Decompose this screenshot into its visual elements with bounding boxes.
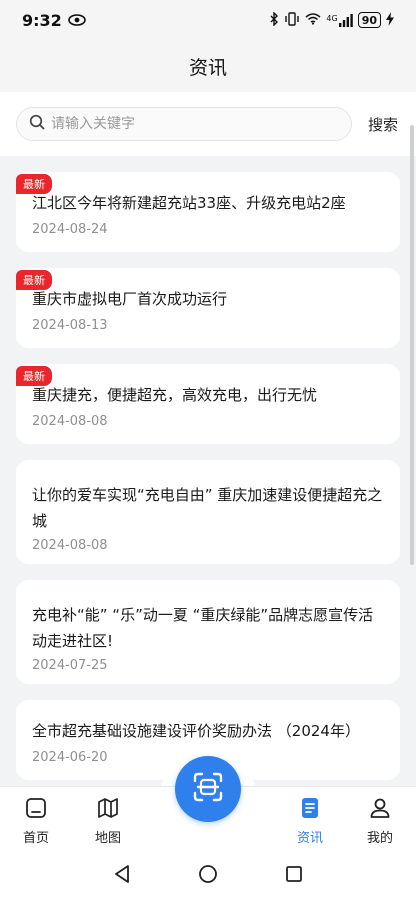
news-date: 2024-08-08 bbox=[32, 538, 108, 553]
tab-home[interactable]: 首页 bbox=[6, 797, 66, 846]
charging-icon bbox=[386, 11, 394, 29]
tab-map[interactable]: 地图 bbox=[78, 797, 138, 846]
page-title: 资讯 bbox=[188, 56, 227, 79]
search-button[interactable]: 搜索 bbox=[368, 114, 400, 135]
news-icon bbox=[299, 797, 321, 823]
news-date: 2024-07-25 bbox=[32, 658, 108, 673]
news-title: 让你的爱车实现“充电自由” 重庆加速建设便捷超充之城 bbox=[32, 486, 383, 530]
tab-label: 我的 bbox=[366, 831, 393, 846]
news-title: 充电补“能” “乐”动一夏 “重庆绿能”品牌志愿宣传活动走进社区! bbox=[32, 606, 374, 650]
scan-button[interactable] bbox=[175, 756, 241, 822]
news-card[interactable]: 最新 重庆捷充，便捷超充，高效充电，出行无忧 2024-08-08 bbox=[16, 364, 400, 444]
back-icon[interactable] bbox=[113, 864, 131, 888]
news-title: 重庆市虚拟电厂首次成功运行 bbox=[32, 290, 228, 308]
news-date: 2024-08-24 bbox=[32, 222, 108, 237]
new-badge: 最新 bbox=[16, 366, 52, 386]
search-icon bbox=[29, 114, 45, 134]
tab-label: 资讯 bbox=[296, 831, 323, 846]
system-nav-bar bbox=[0, 852, 416, 900]
news-date: 2024-08-13 bbox=[32, 318, 108, 333]
scrollbar[interactable] bbox=[410, 125, 414, 565]
battery-indicator: 90 bbox=[357, 12, 381, 28]
wifi-icon bbox=[305, 12, 321, 28]
signal-icon: 4G bbox=[326, 13, 353, 27]
signal-label: 4G bbox=[326, 13, 338, 23]
new-badge: 最新 bbox=[16, 270, 52, 290]
tab-label: 首页 bbox=[22, 831, 49, 846]
status-icons: 4G 90 bbox=[269, 10, 394, 29]
news-card[interactable]: 最新 重庆市虚拟电厂首次成功运行 2024-08-13 bbox=[16, 268, 400, 348]
news-card[interactable]: 让你的爱车实现“充电自由” 重庆加速建设便捷超充之城 2024-08-08 bbox=[16, 460, 400, 564]
eye-icon bbox=[67, 11, 86, 30]
recents-icon[interactable] bbox=[285, 865, 303, 887]
search-box[interactable] bbox=[16, 107, 352, 141]
home-circle-icon[interactable] bbox=[198, 864, 218, 888]
news-card[interactable]: 充电补“能” “乐”动一夏 “重庆绿能”品牌志愿宣传活动走进社区! 2024-0… bbox=[16, 580, 400, 684]
news-list: 最新 江北区今年将新建超充站33座、升级充电站2座 2024-08-24 最新 … bbox=[0, 156, 416, 786]
scan-icon bbox=[192, 771, 224, 807]
news-title: 全市超充基础设施建设评价奖励办法 （2024年） bbox=[32, 722, 360, 740]
search-input[interactable] bbox=[51, 116, 321, 132]
news-title: 重庆捷充，便捷超充，高效充电，出行无忧 bbox=[32, 386, 318, 404]
new-badge: 最新 bbox=[16, 174, 52, 194]
tab-label: 地图 bbox=[94, 831, 121, 846]
news-card[interactable]: 最新 江北区今年将新建超充站33座、升级充电站2座 2024-08-24 bbox=[16, 172, 400, 252]
app-header: 资讯 bbox=[0, 40, 416, 92]
profile-icon bbox=[369, 797, 391, 823]
home-icon bbox=[25, 797, 47, 823]
news-date: 2024-08-08 bbox=[32, 414, 108, 429]
tab-profile[interactable]: 我的 bbox=[350, 797, 410, 846]
vibrate-icon bbox=[284, 11, 300, 29]
bluetooth-icon bbox=[269, 10, 279, 29]
tab-news[interactable]: 资讯 bbox=[280, 797, 340, 846]
status-time: 9:32 bbox=[22, 10, 62, 30]
status-bar: 9:32 4G 90 bbox=[0, 0, 416, 40]
news-title: 江北区今年将新建超充站33座、升级充电站2座 bbox=[32, 194, 346, 212]
search-bar: 搜索 bbox=[0, 92, 416, 156]
map-icon bbox=[97, 797, 119, 823]
